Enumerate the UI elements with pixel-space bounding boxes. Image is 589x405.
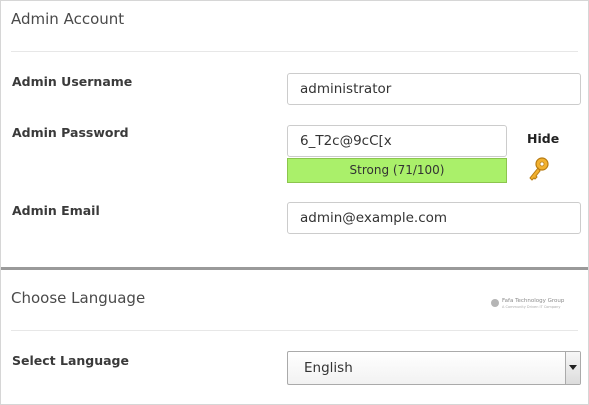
language-select-value: English xyxy=(304,360,353,376)
choose-language-heading: Choose Language xyxy=(11,289,146,307)
brand-logo-tagline: A Community Driven IT Company xyxy=(502,305,561,309)
admin-email-input[interactable]: admin@example.com xyxy=(287,202,581,234)
hide-password-toggle[interactable]: Hide xyxy=(527,131,559,146)
select-arrow[interactable] xyxy=(565,352,580,384)
admin-username-label: Admin Username xyxy=(12,74,133,89)
section-divider xyxy=(1,267,588,270)
key-icon[interactable] xyxy=(527,156,551,182)
admin-email-label: Admin Email xyxy=(12,203,100,218)
brand-logo: Fafa Technology Group A Community Driven… xyxy=(491,297,571,313)
brand-logo-name: Fafa Technology Group xyxy=(502,298,565,304)
divider xyxy=(11,51,578,52)
admin-password-input[interactable]: 6_T2c@9cC[x xyxy=(287,125,507,157)
select-language-label: Select Language xyxy=(12,353,129,368)
admin-username-input[interactable]: administrator xyxy=(287,73,581,105)
installer-panel: Admin Account Admin Username administrat… xyxy=(0,0,589,405)
language-select[interactable]: English xyxy=(287,351,581,385)
chevron-down-icon xyxy=(569,365,577,370)
divider xyxy=(11,330,578,331)
password-strength-meter: Strong (71/100) xyxy=(287,158,507,183)
admin-account-heading: Admin Account xyxy=(11,10,125,28)
brand-logo-icon xyxy=(491,299,499,307)
admin-password-label: Admin Password xyxy=(12,125,129,140)
